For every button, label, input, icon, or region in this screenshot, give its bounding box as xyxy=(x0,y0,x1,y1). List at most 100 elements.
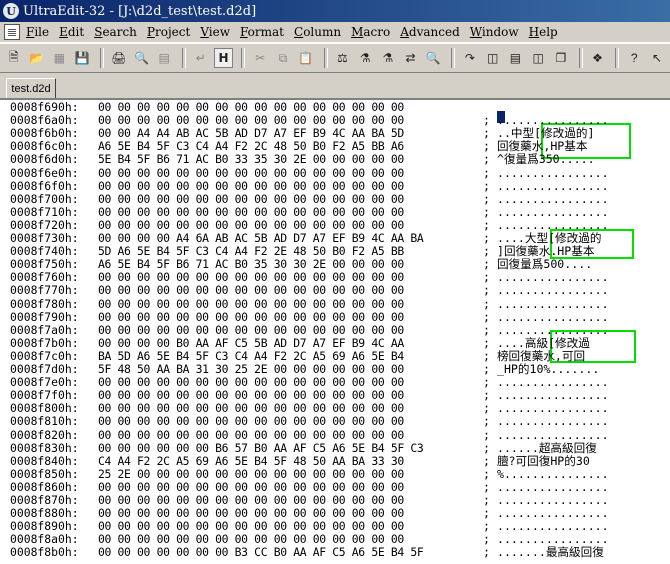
hex-bytes[interactable]: 00 00 00 00 00 00 00 00 00 00 00 00 00 0… xyxy=(98,284,478,297)
ascii-text[interactable]: ; .......最高級回復 xyxy=(483,546,668,559)
ascii-text[interactable]: ; ................ xyxy=(483,481,668,494)
hex-row[interactable]: 0008f860h: xyxy=(10,481,96,494)
ascii-text[interactable]: ; 回復量爲500.... xyxy=(483,258,668,271)
hex-row[interactable]: 0008f690h: xyxy=(10,101,96,114)
hex-bytes[interactable]: 00 00 00 00 00 00 00 00 00 00 00 00 00 0… xyxy=(98,533,478,546)
hex-row[interactable]: 0008f6c0h: xyxy=(10,140,96,153)
hex-bytes[interactable]: 00 00 00 00 00 00 00 00 00 00 00 00 00 0… xyxy=(98,298,478,311)
hex-row[interactable]: 0008f730h: xyxy=(10,232,96,245)
ascii-text[interactable]: ; ................ xyxy=(483,284,668,297)
hex-row[interactable]: 0008f790h: xyxy=(10,311,96,324)
hex-row[interactable]: 0008f800h: xyxy=(10,402,96,415)
hex-bytes[interactable]: 00 00 00 00 00 00 00 00 00 00 00 00 00 0… xyxy=(98,271,478,284)
find-in-files-icon[interactable]: 🔍 xyxy=(423,48,443,68)
hex-bytes[interactable]: 00 00 00 00 00 00 00 00 00 00 00 00 00 0… xyxy=(98,324,478,337)
hex-row[interactable]: 0008f7d0h: xyxy=(10,363,96,376)
menu-macro[interactable]: Macro xyxy=(351,25,390,39)
hex-row[interactable]: 0008f890h: xyxy=(10,520,96,533)
ascii-text[interactable]: ; ................ xyxy=(483,402,668,415)
hex-row[interactable]: 0008f770h: xyxy=(10,284,96,297)
hex-bytes[interactable]: 00 00 00 00 00 00 00 00 00 00 00 00 00 0… xyxy=(98,415,478,428)
ascii-text[interactable]: ; ]回復藥水.HP基本 xyxy=(483,245,668,258)
hex-bytes[interactable]: 00 00 00 00 B0 AA AF C5 5B AD D7 A7 EF B… xyxy=(98,337,478,350)
hex-row[interactable]: 0008f810h: xyxy=(10,415,96,428)
menu-format[interactable]: Format xyxy=(240,25,284,39)
ascii-text[interactable]: ; 回復藥水,HP基本 xyxy=(483,140,668,153)
ascii-text[interactable]: ; _HP的10%....... xyxy=(483,363,668,376)
ascii-text[interactable]: ; ..中型[修改過的] xyxy=(483,127,668,140)
ascii-text[interactable]: ; ................ xyxy=(483,429,668,442)
hex-row[interactable]: 0008f710h: xyxy=(10,206,96,219)
ascii-text[interactable]: ; ................ xyxy=(483,507,668,520)
tile-vertical-icon[interactable]: ◫ xyxy=(528,48,548,68)
hex-row[interactable]: 0008f6f0h: xyxy=(10,180,96,193)
hex-row[interactable]: 0008f6d0h: xyxy=(10,153,96,166)
hex-bytes[interactable]: 00 00 00 00 00 00 00 00 00 00 00 00 00 0… xyxy=(98,376,478,389)
hex-row[interactable]: 0008f760h: xyxy=(10,271,96,284)
hex-bytes[interactable]: 00 00 00 00 00 00 B6 57 B0 AA AF C5 A6 5… xyxy=(98,442,478,455)
hex-bytes[interactable]: 00 00 00 00 00 00 00 00 00 00 00 00 00 0… xyxy=(98,494,478,507)
hex-row[interactable]: 0008f7a0h: xyxy=(10,324,96,337)
menu-help[interactable]: Help xyxy=(529,25,558,39)
hex-bytes[interactable]: BA 5D A6 5E B4 5F C3 C4 A4 F2 2C A5 69 A… xyxy=(98,350,478,363)
help-icon[interactable]: ? xyxy=(624,48,644,68)
hex-bytes[interactable]: A6 5E B4 5F C3 C4 A4 F2 2C 48 50 B0 F2 A… xyxy=(98,140,478,153)
hex-row[interactable]: 0008f750h: xyxy=(10,258,96,271)
hex-row[interactable]: 0008f6a0h: xyxy=(10,114,96,127)
hex-editor[interactable]: 0008f690h: 00 00 00 00 00 00 00 00 00 00 … xyxy=(0,98,670,564)
ascii-text[interactable]: ; ................ xyxy=(483,415,668,428)
hex-bytes[interactable]: 00 00 00 00 A4 6A AB AC 5B AD D7 A7 EF B… xyxy=(98,232,478,245)
hex-row[interactable]: 0008f720h: xyxy=(10,219,96,232)
hex-bytes[interactable]: 00 00 00 00 00 00 00 00 00 00 00 00 00 0… xyxy=(98,206,478,219)
close-file-icon[interactable]: ▦ xyxy=(49,48,69,68)
settings-icon[interactable]: ❖ xyxy=(588,48,608,68)
hex-bytes[interactable]: 00 00 00 00 00 00 00 00 00 00 00 00 00 0… xyxy=(98,101,478,114)
hex-bytes[interactable]: 25 2E 00 00 00 00 00 00 00 00 00 00 00 0… xyxy=(98,468,478,481)
replace-icon[interactable]: ⇄ xyxy=(401,48,421,68)
print-setup-icon[interactable]: ▤ xyxy=(154,48,174,68)
hex-row[interactable]: 0008f8b0h: xyxy=(10,546,96,559)
ascii-text[interactable]: ; ................ xyxy=(483,311,668,324)
hex-row[interactable]: 0008f870h: xyxy=(10,494,96,507)
menu-window[interactable]: Window xyxy=(470,25,519,39)
ascii-text[interactable]: ; ................ xyxy=(483,206,668,219)
hex-row[interactable]: 0008f780h: xyxy=(10,298,96,311)
ascii-text[interactable]: ; ................ xyxy=(483,520,668,533)
hex-bytes[interactable]: C4 A4 F2 2C A5 69 A6 5E B4 5F 48 50 AA B… xyxy=(98,455,478,468)
hex-row[interactable]: 0008f850h: xyxy=(10,468,96,481)
split-window-icon[interactable]: ◫ xyxy=(483,48,503,68)
hex-bytes[interactable]: 00 00 00 00 00 00 00 00 00 00 00 00 00 0… xyxy=(98,429,478,442)
find-next-icon[interactable]: ⚗ xyxy=(355,48,375,68)
hex-bytes[interactable]: 00 00 00 00 00 00 00 00 00 00 00 00 00 0… xyxy=(98,402,478,415)
menu-file[interactable]: File xyxy=(26,25,49,39)
hex-row[interactable]: 0008f880h: xyxy=(10,507,96,520)
ascii-text[interactable]: ; ................ xyxy=(483,533,668,546)
cut-icon[interactable]: ✂ xyxy=(250,48,270,68)
menu-view[interactable]: View xyxy=(200,25,230,39)
ascii-text[interactable]: ; ................ xyxy=(483,114,668,127)
ascii-text[interactable]: ; ................ xyxy=(483,389,668,402)
hex-row[interactable]: 0008f8a0h: xyxy=(10,533,96,546)
ascii-text[interactable]: ; ................ xyxy=(483,494,668,507)
hex-mode-icon[interactable]: H xyxy=(213,48,234,68)
ascii-text[interactable]: ; ................ xyxy=(483,167,668,180)
hex-bytes[interactable]: 00 00 00 00 00 00 00 00 00 00 00 00 00 0… xyxy=(98,311,478,324)
word-wrap-icon[interactable]: ↵ xyxy=(191,48,211,68)
hex-bytes[interactable]: 00 00 00 00 00 00 00 B3 CC B0 AA AF C5 A… xyxy=(98,546,478,559)
save-icon[interactable]: 💾 xyxy=(72,48,92,68)
hex-bytes[interactable]: 00 00 00 00 00 00 00 00 00 00 00 00 00 0… xyxy=(98,193,478,206)
hex-row[interactable]: 0008f820h: xyxy=(10,429,96,442)
hex-row[interactable]: 0008f6e0h: xyxy=(10,167,96,180)
hex-bytes[interactable]: 5E B4 5F B6 71 AC B0 33 35 30 2E 00 00 0… xyxy=(98,153,478,166)
new-file-icon[interactable]: 🗎 xyxy=(4,48,24,68)
hex-bytes[interactable]: A6 5E B4 5F B6 71 AC B0 35 30 30 2E 00 0… xyxy=(98,258,478,271)
hex-row[interactable]: 0008f740h: xyxy=(10,245,96,258)
hex-row[interactable]: 0008f6b0h: xyxy=(10,127,96,140)
ascii-text[interactable]: ; ................ xyxy=(483,271,668,284)
hex-row[interactable]: 0008f7f0h: xyxy=(10,389,96,402)
open-folder-icon[interactable]: 📂 xyxy=(27,48,47,68)
tab-test-d2d[interactable]: test.d2d xyxy=(6,78,56,98)
menu-edit[interactable]: Edit xyxy=(59,25,84,39)
ascii-text[interactable]: ; ................ xyxy=(483,298,668,311)
ascii-text[interactable]: ; ......超高級回復 xyxy=(483,442,668,455)
